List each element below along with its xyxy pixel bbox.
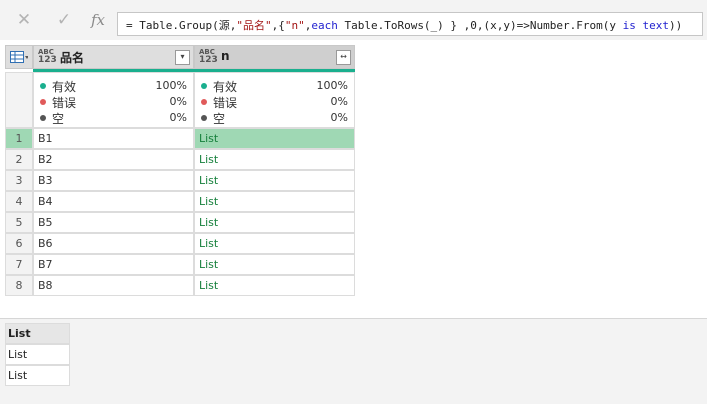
table-cell-pinming[interactable]: B5 — [33, 212, 194, 233]
table-menu-icon[interactable] — [5, 45, 33, 69]
formula-token: "品名" — [236, 19, 272, 32]
profile-percent: 0% — [330, 111, 348, 124]
table-cell-n[interactable]: List — [194, 128, 355, 149]
column-name: 品名 — [60, 51, 85, 65]
table-cell-pinming[interactable]: B1 — [33, 128, 194, 149]
formula-bar: ✕ ✓ fx = Table.Group(源,"品名",{"n",each Ta… — [0, 0, 707, 40]
profile-stat: 空 0% — [201, 110, 348, 126]
profile-label: 空 — [52, 112, 65, 126]
profile-label: 错误 — [213, 96, 238, 110]
status-dot-icon — [40, 83, 46, 89]
row-number[interactable]: 2 — [5, 149, 33, 170]
row-number[interactable]: 3 — [5, 170, 33, 191]
status-dot-icon — [201, 99, 207, 105]
table-cell-pinming[interactable]: B4 — [33, 191, 194, 212]
formula-token: each — [311, 19, 338, 32]
table-cell-pinming[interactable]: B8 — [33, 275, 194, 296]
profile-label: 有效 — [213, 80, 238, 94]
table-cell-n[interactable]: List — [194, 254, 355, 275]
formula-token: )) — [669, 19, 683, 32]
profile-stat: 有效 100% — [40, 78, 187, 94]
table-cell-pinming[interactable]: B2 — [33, 149, 194, 170]
row-number[interactable]: 8 — [5, 275, 33, 296]
type-label-bottom: 123 — [38, 55, 57, 65]
table-cell-pinming[interactable]: B3 — [33, 170, 194, 191]
table-cell-n[interactable]: List — [194, 212, 355, 233]
function-icon[interactable]: fx — [86, 8, 110, 32]
row-number[interactable]: 6 — [5, 233, 33, 254]
profile-percent: 0% — [169, 95, 187, 108]
formula-token — [636, 19, 643, 32]
expand-column-icon[interactable]: ↔ — [336, 50, 351, 65]
filter-dropdown-icon[interactable]: ▾ — [175, 50, 190, 65]
table-cell-n[interactable]: List — [194, 275, 355, 296]
status-dot-icon — [201, 83, 207, 89]
row-number[interactable]: 4 — [5, 191, 33, 212]
preview-item[interactable]: List — [5, 365, 70, 386]
preview-header: List — [5, 323, 70, 344]
table-cell-n[interactable]: List — [194, 149, 355, 170]
profile-percent: 100% — [155, 79, 187, 92]
profile-label: 有效 — [52, 80, 77, 94]
formula-token: Table.ToRows(_) } ,0,(x,y)=>Number.From(… — [337, 19, 623, 32]
table-cell-n[interactable]: List — [194, 233, 355, 254]
column-type-icon[interactable]: ABC 123 — [199, 48, 218, 65]
formula-token: "n" — [284, 19, 305, 32]
column-header-n[interactable]: ABC 123 n ↔ — [194, 45, 355, 69]
table-cell-n[interactable]: List — [194, 170, 355, 191]
profile-percent: 0% — [330, 95, 348, 108]
table-cell-n[interactable]: List — [194, 191, 355, 212]
status-dot-icon — [201, 115, 207, 121]
profile-label: 空 — [213, 112, 226, 126]
column-name: n — [221, 49, 230, 63]
profile-row-header — [5, 72, 33, 128]
column-type-icon[interactable]: ABC 123 — [38, 48, 57, 65]
formula-token: ,{ — [271, 19, 285, 32]
type-label-bottom: 123 — [199, 55, 218, 65]
profile-stat: 有效 100% — [201, 78, 348, 94]
profile-percent: 0% — [169, 111, 187, 124]
table-cell-pinming[interactable]: B7 — [33, 254, 194, 275]
cancel-icon[interactable]: ✕ — [12, 8, 36, 32]
preview-item[interactable]: List — [5, 344, 70, 365]
profile-label: 错误 — [52, 96, 77, 110]
confirm-icon[interactable]: ✓ — [52, 8, 76, 32]
status-dot-icon — [40, 99, 46, 105]
table-icon — [10, 51, 28, 63]
profile-stat: 空 0% — [40, 110, 187, 126]
profile-stat: 错误 0% — [201, 94, 348, 110]
row-number[interactable]: 7 — [5, 254, 33, 275]
status-dot-icon — [40, 115, 46, 121]
preview-pane: List List List — [0, 318, 707, 404]
formula-token: = Table.Group(源, — [126, 19, 237, 32]
formula-token: is — [622, 19, 636, 32]
row-number[interactable]: 1 — [5, 128, 33, 149]
profile-stat: 错误 0% — [40, 94, 187, 110]
profile-percent: 100% — [316, 79, 348, 92]
row-number[interactable]: 5 — [5, 212, 33, 233]
column-profile: 有效 100% 错误 0% 空 0% — [33, 72, 194, 128]
column-profile: 有效 100% 错误 0% 空 0% — [194, 72, 355, 128]
formula-token: text — [642, 19, 670, 32]
formula-input[interactable]: = Table.Group(源,"品名",{"n",each Table.ToR… — [117, 12, 703, 36]
table-cell-pinming[interactable]: B6 — [33, 233, 194, 254]
column-header-pinming[interactable]: ABC 123 品名 ▾ — [33, 45, 194, 69]
